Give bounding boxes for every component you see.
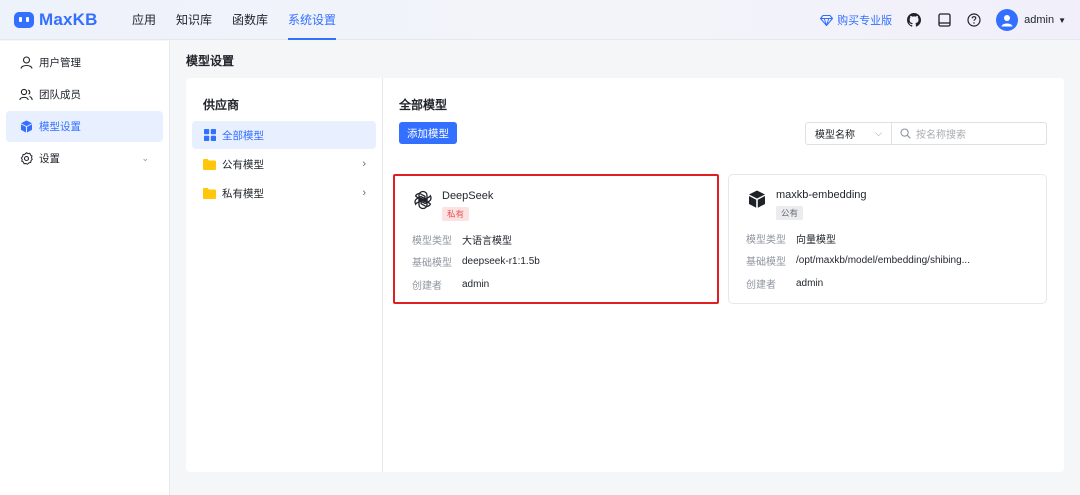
sidebar-item-label: 模型设置: [39, 121, 81, 133]
add-model-button[interactable]: 添加模型: [399, 122, 457, 144]
model-name: maxkb-embedding: [776, 189, 867, 201]
github-icon[interactable]: [906, 12, 922, 28]
provider-item-public[interactable]: 公有模型 ›: [192, 150, 376, 178]
private-badge: 私有: [442, 207, 470, 221]
search-placeholder: 按名称搜索: [916, 130, 966, 141]
model-filter: 模型名称 ⌵ 按名称搜索: [805, 122, 1047, 145]
logo-text: MaxKB: [39, 9, 98, 29]
buy-pro-label: 购买专业版: [837, 15, 893, 27]
caret-down-icon[interactable]: ▼: [1058, 16, 1066, 25]
search-icon: [900, 128, 911, 139]
page-title: 模型设置: [186, 54, 235, 68]
main-nav: 应用 知识库 函数库 系统设置: [132, 0, 356, 40]
model-type-value: 向量模型: [796, 234, 836, 246]
folder-icon: [203, 158, 216, 170]
sidebar-item-label: 用户管理: [39, 57, 81, 69]
sidebar: 用户管理 团队成员 模型设置 设置 ⌄: [0, 41, 170, 495]
model-type-value: 大语言模型: [462, 235, 512, 247]
filter-field-select[interactable]: 模型名称 ⌵: [806, 123, 892, 144]
main-panel: 供应商 全部模型 公有模型 › 私有模型 › 全部模型 添加模型 模型名称 ⌵ …: [186, 78, 1064, 472]
creator-row: 创建者 admin: [746, 272, 1046, 295]
creator-value: admin: [796, 277, 824, 289]
diamond-icon: [820, 14, 834, 26]
chevron-right-icon: ›: [362, 187, 366, 199]
provider-title: 供应商: [203, 98, 240, 112]
base-model-value: /opt/maxkb/model/embedding/shibing...: [796, 255, 970, 267]
openai-logo-icon: [412, 189, 434, 211]
sidebar-item-label: 设置: [39, 153, 60, 165]
document-icon[interactable]: [936, 12, 952, 28]
team-icon: [19, 88, 33, 102]
cube-icon: [19, 120, 33, 134]
provider-item-all[interactable]: 全部模型: [192, 121, 376, 149]
maxkb-logo-icon: [14, 11, 34, 28]
sidebar-item-users[interactable]: 用户管理: [6, 47, 163, 78]
creator-key: 创建者: [412, 280, 442, 292]
nav-item-apps[interactable]: 应用: [132, 0, 156, 40]
gear-icon: [19, 152, 33, 166]
chevron-down-icon: ⌵: [875, 128, 882, 138]
card-header: DeepSeek 私有: [412, 188, 717, 228]
top-right-actions: 购买专业版 admin ▼: [820, 0, 1066, 40]
folder-icon: [203, 187, 216, 199]
filter-field-value: 模型名称: [815, 130, 855, 141]
provider-panel: 供应商 全部模型 公有模型 › 私有模型 ›: [186, 78, 383, 472]
base-model-key: 基础模型: [412, 258, 452, 270]
base-model-row: 基础模型 /opt/maxkb/model/embedding/shibing.…: [746, 250, 1046, 273]
help-icon[interactable]: [966, 12, 982, 28]
nav-item-knowledge[interactable]: 知识库: [176, 0, 212, 40]
user-name[interactable]: admin: [1024, 14, 1054, 26]
public-badge: 公有: [776, 206, 804, 220]
model-card-deepseek[interactable]: DeepSeek 私有 模型类型 大语言模型 基础模型 deepseek-r1:…: [393, 174, 719, 304]
base-model-value: deepseek-r1:1.5b: [462, 256, 540, 268]
sidebar-item-team[interactable]: 团队成员: [6, 79, 163, 110]
buy-pro-link[interactable]: 购买专业版: [820, 12, 892, 28]
model-name: DeepSeek: [442, 190, 494, 202]
chevron-down-icon: ⌄: [141, 153, 149, 163]
user-icon: [19, 56, 33, 70]
nav-item-functions[interactable]: 函数库: [232, 0, 268, 40]
search-input[interactable]: 按名称搜索: [892, 126, 1046, 141]
provider-item-label: 公有模型: [222, 158, 264, 171]
creator-value: admin: [462, 278, 490, 290]
model-card-maxkb-embedding[interactable]: maxkb-embedding 公有 模型类型 向量模型 基础模型 /opt/m…: [728, 174, 1047, 304]
creator-row: 创建者 admin: [412, 273, 717, 296]
user-avatar-icon[interactable]: [996, 9, 1019, 31]
nav-item-system-settings[interactable]: 系统设置: [288, 0, 337, 40]
cube-logo-icon: [746, 188, 768, 210]
provider-item-private[interactable]: 私有模型 ›: [192, 179, 376, 207]
grid-icon: [203, 129, 216, 141]
provider-item-label: 私有模型: [222, 187, 264, 200]
sidebar-item-model-settings[interactable]: 模型设置: [6, 111, 163, 142]
card-title-block: DeepSeek 私有: [442, 188, 493, 221]
models-title: 全部模型: [399, 98, 448, 112]
provider-item-label: 全部模型: [222, 129, 264, 142]
base-model-key: 基础模型: [746, 257, 786, 269]
model-type-key: 模型类型: [746, 234, 786, 246]
models-area: 全部模型 添加模型 模型名称 ⌵ 按名称搜索 DeepSeek 私有 模型类型 …: [393, 96, 1049, 304]
model-type-row: 模型类型 大语言模型: [412, 228, 717, 251]
chevron-right-icon: ›: [362, 158, 366, 170]
model-type-key: 模型类型: [412, 235, 452, 247]
sidebar-item-settings[interactable]: 设置 ⌄: [6, 143, 163, 174]
app-logo[interactable]: MaxKB: [14, 10, 114, 30]
model-type-row: 模型类型 向量模型: [746, 227, 1046, 250]
sidebar-item-label: 团队成员: [39, 89, 81, 101]
base-model-row: 基础模型 deepseek-r1:1.5b: [412, 251, 717, 274]
card-title-block: maxkb-embedding 公有: [776, 187, 867, 220]
top-bar: MaxKB 应用 知识库 函数库 系统设置 购买专业版 admin ▼: [0, 0, 1080, 40]
creator-key: 创建者: [746, 279, 776, 291]
card-header: maxkb-embedding 公有: [746, 187, 1046, 227]
